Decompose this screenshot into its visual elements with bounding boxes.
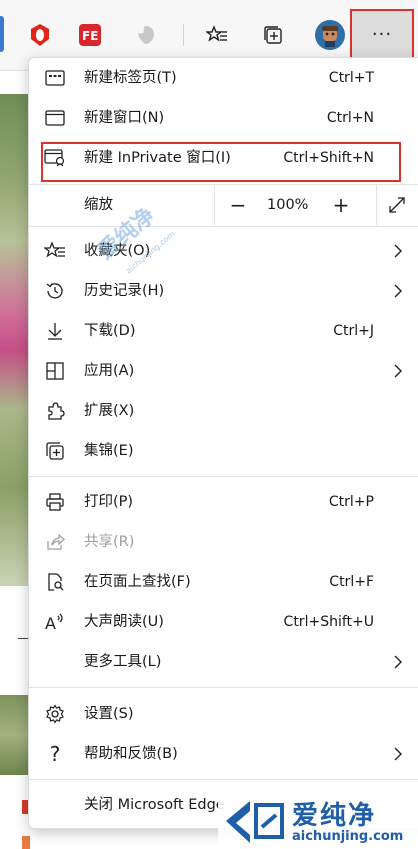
menu-item-shortcut: Ctrl+F <box>329 574 374 590</box>
menu-item-label: 新建窗口(N) <box>84 110 165 126</box>
watermark-logo: 爱纯净 aichunjing.com <box>218 791 418 849</box>
chevron-right-icon <box>394 284 402 298</box>
minus-icon: − <box>229 193 247 217</box>
toolbar-divider <box>183 24 184 46</box>
chevron-right-icon <box>394 364 402 378</box>
settings-and-more-menu: 新建标签页(T) Ctrl+T 新建窗口(N) Ctrl+N 新建 InPriv… <box>28 57 418 829</box>
settings-and-more-button[interactable]: ··· <box>350 9 414 59</box>
menu-item-settings[interactable]: 设置(S) <box>29 694 418 734</box>
printer-icon <box>44 491 66 513</box>
watermark-logo-text: 爱纯净 <box>292 801 377 831</box>
menu-item-more-tools[interactable]: 更多工具(L) <box>29 642 418 682</box>
chevron-right-icon <box>394 244 402 258</box>
background-page-image <box>0 94 30 586</box>
menu-item-new-tab[interactable]: 新建标签页(T) Ctrl+T <box>29 58 418 98</box>
new-tab-icon <box>44 67 66 89</box>
zoom-in-button[interactable]: + <box>326 191 356 219</box>
menu-item-help-and-feedback[interactable]: ? 帮助和反馈(B) <box>29 734 418 774</box>
shield-extension-icon[interactable] <box>127 17 163 53</box>
puzzle-icon <box>44 400 66 422</box>
menu-item-label: 关闭 Microsoft Edge <box>84 797 225 813</box>
menu-item-label: 下载(D) <box>84 323 136 339</box>
highlight-box <box>41 142 401 182</box>
favorites-icon <box>44 240 66 262</box>
menu-item-label: 应用(A) <box>84 363 135 379</box>
menu-item-read-aloud[interactable]: A 大声朗读(U) Ctrl+Shift+U <box>29 602 418 642</box>
download-icon <box>44 320 66 342</box>
share-icon <box>44 531 66 553</box>
background-page-orange-block <box>22 836 30 849</box>
svg-text:A: A <box>45 614 56 632</box>
menu-separator <box>29 226 418 227</box>
favorites-star-icon[interactable] <box>199 17 235 53</box>
menu-item-shortcut: Ctrl+N <box>326 110 374 126</box>
zoom-value: 100% <box>267 197 309 213</box>
zoom-divider-2 <box>376 185 377 225</box>
menu-item-label: 帮助和反馈(B) <box>84 746 178 762</box>
menu-item-apps[interactable]: 应用(A) <box>29 351 418 391</box>
menu-item-shortcut: Ctrl+Shift+U <box>283 614 374 630</box>
chevron-right-icon <box>394 747 402 761</box>
zoom-out-button[interactable]: − <box>223 191 253 219</box>
new-window-icon <box>44 107 66 129</box>
menu-item-favorites[interactable]: 收藏夹(O) <box>29 231 418 271</box>
collections-icon <box>44 440 66 462</box>
menu-item-label: 新建标签页(T) <box>84 70 177 86</box>
svg-text:FE: FE <box>82 29 98 43</box>
menu-item-label: 更多工具(L) <box>84 654 162 670</box>
menu-separator <box>29 779 418 780</box>
more-dots-icon: ··· <box>371 23 393 45</box>
chevron-right-icon <box>394 655 402 669</box>
menu-item-find-on-page[interactable]: 在页面上查找(F) Ctrl+F <box>29 562 418 602</box>
menu-item-label: 打印(P) <box>84 494 134 510</box>
menu-item-label: 历史记录(H) <box>84 283 165 299</box>
menu-item-collections[interactable]: 集锦(E) <box>29 431 418 471</box>
fullscreen-button[interactable] <box>382 191 412 219</box>
menu-item-shortcut: Ctrl+J <box>333 323 374 339</box>
zoom-label: 缩放 <box>84 197 113 213</box>
history-icon <box>44 280 66 302</box>
tab-edge[interactable] <box>0 16 4 52</box>
zoom-divider <box>214 185 215 225</box>
question-icon: ? <box>49 742 61 766</box>
menu-item-shortcut: Ctrl+P <box>328 494 374 510</box>
find-on-page-icon <box>44 571 66 593</box>
gear-icon <box>44 703 66 725</box>
menu-item-label: 共享(R) <box>84 534 135 550</box>
menu-item-history[interactable]: 历史记录(H) <box>29 271 418 311</box>
fullscreen-icon <box>389 197 405 213</box>
menu-item-label: 设置(S) <box>84 706 134 722</box>
menu-item-label: 收藏夹(O) <box>84 243 151 259</box>
menu-item-label: 在页面上查找(F) <box>84 574 191 590</box>
menu-item-zoom: 缩放 − 100% + <box>29 185 418 225</box>
menu-item-print[interactable]: 打印(P) Ctrl+P <box>29 482 418 522</box>
opera-extension-icon[interactable] <box>22 17 58 53</box>
watermark-logo-url: aichunjing.com <box>292 829 404 844</box>
menu-item-extensions[interactable]: 扩展(X) <box>29 391 418 431</box>
menu-item-share: 共享(R) <box>29 522 418 562</box>
menu-item-label: 扩展(X) <box>84 403 135 419</box>
plus-icon: + <box>332 193 350 217</box>
menu-item-label: 大声朗读(U) <box>84 614 164 630</box>
watermark-logo-icon <box>226 801 284 843</box>
menu-separator <box>29 476 418 477</box>
background-page-image-2 <box>0 695 30 775</box>
collections-icon[interactable] <box>255 17 291 53</box>
profile-avatar[interactable] <box>312 17 348 53</box>
menu-item-label: 集锦(E) <box>84 443 134 459</box>
fe-extension-icon[interactable]: FE <box>72 17 108 53</box>
menu-item-downloads[interactable]: 下载(D) Ctrl+J <box>29 311 418 351</box>
menu-item-new-window[interactable]: 新建窗口(N) Ctrl+N <box>29 98 418 138</box>
read-aloud-icon: A <box>44 611 66 633</box>
apps-icon <box>44 360 66 382</box>
menu-item-shortcut: Ctrl+T <box>328 70 374 86</box>
menu-separator <box>29 687 418 688</box>
background-page-dash <box>18 638 28 639</box>
